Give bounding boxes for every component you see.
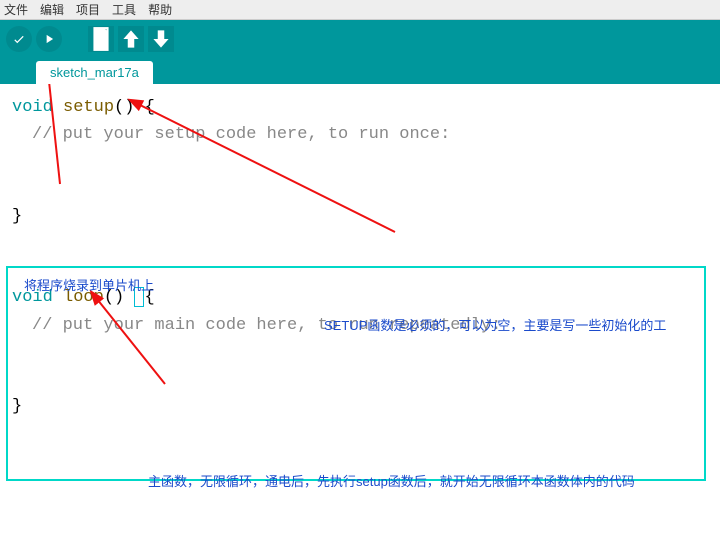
new-button[interactable] bbox=[88, 26, 114, 52]
tab-label: sketch_mar17a bbox=[50, 65, 139, 80]
annotation-setup: SETUP函数是必须的，可以为空，主要是写一些初始化的工 bbox=[324, 316, 666, 337]
tab-sketch[interactable]: sketch_mar17a bbox=[36, 61, 153, 84]
file-icon bbox=[88, 26, 114, 52]
menu-bar: 文件 编辑 项目 工具 帮助 bbox=[0, 0, 720, 20]
menu-edit[interactable]: 编辑 bbox=[40, 1, 64, 18]
code-comment: // put your setup code here, to run once… bbox=[12, 121, 708, 148]
code-fn-setup: setup bbox=[63, 98, 114, 117]
menu-help[interactable]: 帮助 bbox=[148, 1, 172, 18]
menu-file[interactable]: 文件 bbox=[4, 1, 28, 18]
code-keyword: void bbox=[12, 98, 63, 117]
tab-bar: sketch_mar17a bbox=[0, 58, 720, 84]
check-icon bbox=[12, 32, 26, 46]
code-text: () { bbox=[114, 98, 155, 117]
verify-button[interactable] bbox=[6, 26, 32, 52]
arrow-down-icon bbox=[148, 26, 174, 52]
open-button[interactable] bbox=[118, 26, 144, 52]
menu-project[interactable]: 项目 bbox=[76, 1, 100, 18]
code-editor[interactable]: void setup() { // put your setup code he… bbox=[0, 84, 720, 538]
menu-tools[interactable]: 工具 bbox=[112, 1, 136, 18]
upload-button[interactable] bbox=[36, 26, 62, 52]
arrow-right-icon bbox=[42, 32, 56, 46]
save-button[interactable] bbox=[148, 26, 174, 52]
annotation-loop: 主函数，无限循环，通电后，先执行setup函数后，就开始无限循环本函数体内的代码 bbox=[148, 472, 635, 493]
code-brace: } bbox=[12, 393, 708, 420]
annotation-upload: 将程序烧录到单片机上 bbox=[24, 276, 154, 297]
toolbar bbox=[0, 20, 720, 58]
arrow-up-icon bbox=[118, 26, 144, 52]
code-brace: } bbox=[12, 203, 708, 230]
